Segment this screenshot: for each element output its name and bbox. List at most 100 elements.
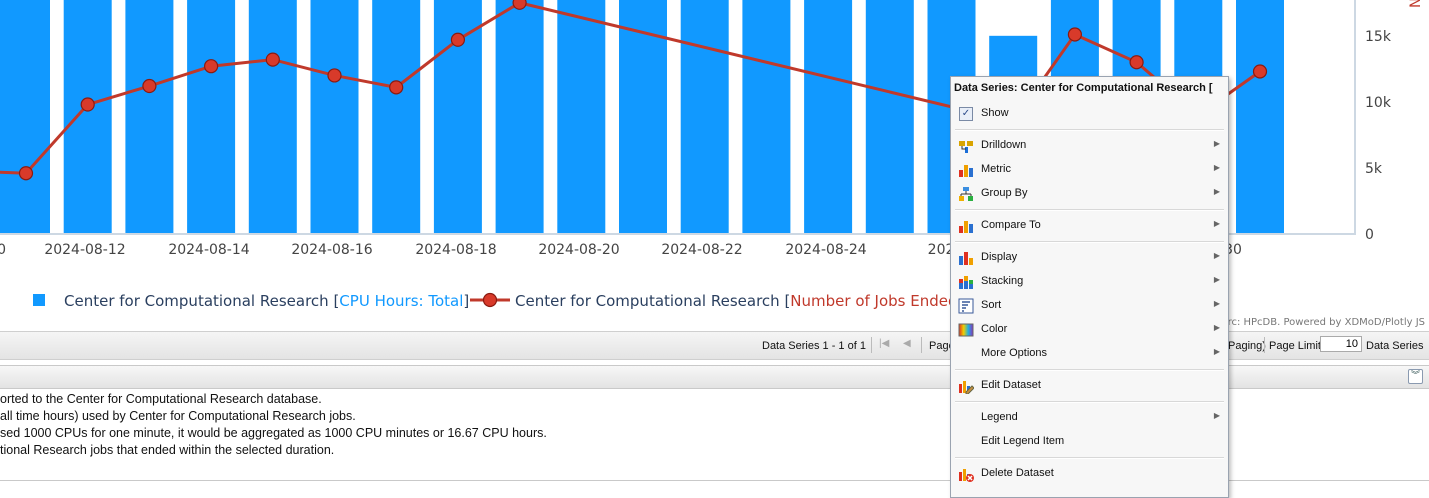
menu-separator [955, 241, 1224, 243]
checkbox-checked-icon[interactable]: ✓ [959, 107, 973, 121]
menu-item-delete-dataset[interactable]: Delete Dataset [951, 463, 1228, 485]
svg-text:Center for Computational Resea: Center for Computational Research [CPU H… [64, 292, 469, 310]
collapse-chevron-icon[interactable]: ︾ [1408, 369, 1423, 384]
y2-tick-label: 15k [1365, 29, 1392, 45]
legend-swatch-cpu-hours[interactable] [33, 294, 45, 306]
x-tick-label: 2024-08-24 [785, 242, 866, 258]
cpu-hours-bar[interactable] [1236, 0, 1284, 234]
menu-item-legend[interactable]: Legend ▶ [951, 407, 1228, 429]
display-chart-icon [959, 252, 973, 265]
cpu-hours-bar[interactable] [865, 0, 914, 234]
toolbar-separator [871, 337, 872, 353]
submenu-arrow-icon: ▶ [1213, 251, 1220, 260]
group-by-icon [959, 187, 973, 201]
data-series-context-menu: Data Series: Center for Computational Re… [950, 76, 1229, 498]
y2-axis-ticks: 0 5k 10k 15k [1365, 29, 1392, 243]
jobs-ended-point[interactable] [450, 32, 465, 47]
menu-item-display[interactable]: Display ▶ [951, 247, 1228, 269]
menu-item-label: Display [981, 251, 1018, 263]
cpu-hours-bar[interactable] [804, 0, 853, 234]
cpu-hours-bar[interactable] [557, 0, 606, 234]
cpu-hours-bar[interactable] [63, 0, 112, 234]
jobs-ended-point[interactable] [18, 166, 34, 181]
submenu-arrow-icon: ▶ [1213, 187, 1220, 196]
menu-item-metric[interactable]: Metric ▶ [951, 159, 1228, 181]
cpu-hours-bar[interactable] [248, 0, 297, 234]
menu-item-group-by[interactable]: Group By ▶ [951, 183, 1228, 205]
legend: Center for Computational Research [CPU H… [33, 292, 963, 310]
submenu-arrow-icon: ▶ [1213, 347, 1220, 356]
prev-page-icon[interactable]: ◀ [903, 338, 911, 349]
y2-tick-label: 5k [1365, 161, 1383, 177]
legend-item1-suffix: ] [463, 292, 469, 310]
menu-item-edit-dataset[interactable]: Edit Dataset [951, 375, 1228, 397]
cpu-hours-bar[interactable] [742, 0, 791, 234]
submenu-arrow-icon: ▶ [1213, 299, 1220, 308]
x-tick-label: 2024-08-18 [415, 242, 496, 258]
jobs-ended-point[interactable] [1067, 27, 1083, 42]
menu-separator [955, 209, 1224, 211]
jobs-ended-point[interactable] [327, 68, 342, 83]
menu-item-label: Stacking [981, 275, 1024, 287]
compare-chart-icon [959, 221, 973, 233]
page-limit-label: Page Limit [1269, 340, 1321, 352]
jobs-ended-point[interactable] [265, 52, 280, 67]
y2-tick-label: 0 [1365, 227, 1374, 243]
jobs-ended-point[interactable] [80, 97, 95, 112]
menu-item-stacking[interactable]: Stacking ▶ [951, 271, 1228, 293]
menu-item-label: Edit Dataset [981, 379, 1041, 391]
x-tick-label: 2024-08-22 [661, 242, 742, 258]
cpu-hours-bar[interactable] [680, 0, 729, 234]
legend-item2-metric[interactable]: Number of Jobs Ended [790, 292, 957, 310]
y2-tick-label: 10k [1365, 95, 1392, 111]
cpu-hours-bar[interactable] [495, 0, 544, 234]
jobs-ended-point[interactable] [1129, 55, 1144, 70]
drilldown-icon [959, 141, 973, 153]
stacked-chart-icon [959, 276, 973, 289]
menu-item-sort[interactable]: Sort ▶ [951, 295, 1228, 317]
menu-item-label: Sort [981, 299, 1002, 311]
submenu-arrow-icon: ▶ [1213, 163, 1220, 172]
x-tick-label: 2024-08-14 [168, 242, 249, 258]
menu-separator [955, 129, 1224, 131]
toolbar-separator [921, 337, 922, 353]
menu-item-color[interactable]: Color ▶ [951, 319, 1228, 341]
menu-item-label: Metric [981, 163, 1011, 175]
menu-item-label: Group By [981, 187, 1028, 199]
menu-separator [955, 369, 1224, 371]
cpu-hours-bar[interactable] [0, 0, 2, 234]
menu-item-edit-legend-item[interactable]: Edit Legend Item [951, 431, 1228, 453]
y2-axis-title-fragment: N [1408, 0, 1424, 8]
menu-item-compare-to[interactable]: Compare To ▶ [951, 215, 1228, 237]
legend-item1-metric[interactable]: CPU Hours: Total [339, 292, 463, 310]
jobs-ended-point[interactable] [204, 59, 219, 74]
cpu-hours-bar[interactable] [2, 0, 50, 234]
cpu-hours-bar[interactable] [125, 0, 174, 234]
first-page-icon[interactable]: |◀ [879, 338, 889, 349]
menu-item-label: Drilldown [981, 139, 1027, 151]
jobs-ended-point[interactable] [389, 80, 404, 95]
page-limit-input[interactable] [1320, 336, 1362, 352]
cpu-hours-bar[interactable] [187, 0, 236, 234]
menu-item-label: Edit Legend Item [981, 435, 1065, 447]
legend-item2-prefix[interactable]: Center for Computational Research [ [515, 292, 790, 310]
sort-icon [958, 298, 974, 314]
menu-separator [955, 457, 1224, 459]
data-series-label: Data Series [1366, 340, 1424, 352]
menu-item-show[interactable]: ✓ Show [951, 103, 1228, 125]
menu-item-label: Color [981, 323, 1008, 335]
menu-item-drilldown[interactable]: Drilldown ▶ [951, 135, 1228, 157]
menu-separator [955, 401, 1224, 403]
submenu-arrow-icon: ▶ [1213, 219, 1220, 228]
color-palette-icon [958, 323, 974, 337]
cpu-hours-bar[interactable] [372, 0, 421, 234]
jobs-ended-point[interactable] [512, 0, 527, 10]
menu-item-label: Compare To [981, 219, 1041, 231]
paging-label: Paging) [1228, 340, 1266, 352]
jobs-ended-point[interactable] [142, 78, 157, 94]
menu-item-more-options[interactable]: More Options ▶ [951, 343, 1228, 365]
jobs-ended-point[interactable] [1252, 64, 1268, 79]
submenu-arrow-icon: ▶ [1213, 411, 1220, 420]
cpu-hours-bar[interactable] [310, 0, 359, 234]
legend-item1-prefix[interactable]: Center for Computational Research [ [64, 292, 339, 310]
